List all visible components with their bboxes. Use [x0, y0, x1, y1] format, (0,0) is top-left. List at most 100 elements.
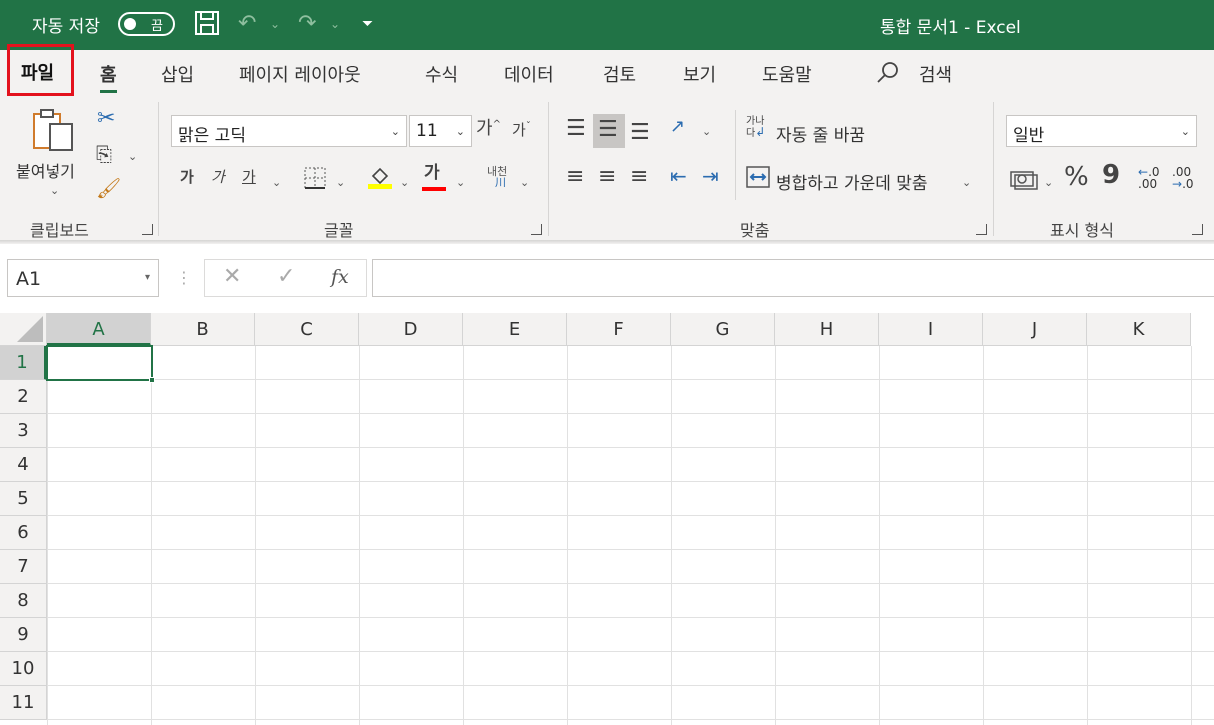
column-header[interactable]: K: [1087, 313, 1191, 346]
merge-center-icon[interactable]: [746, 166, 770, 192]
phonetic-dropdown-icon[interactable]: ⌄: [520, 176, 529, 189]
paste-icon[interactable]: [30, 108, 76, 156]
clipboard-launcher-icon[interactable]: [142, 224, 153, 235]
number-launcher-icon[interactable]: [1192, 224, 1203, 235]
tab-help[interactable]: 도움말: [762, 61, 812, 87]
font-color-dropdown-icon[interactable]: ⌄: [456, 176, 465, 189]
wrap-text-icon[interactable]: 가나 다↲: [746, 116, 765, 139]
shrink-font-icon[interactable]: 가ˇ: [512, 122, 531, 138]
undo-dropdown-icon[interactable]: ⌄: [270, 10, 280, 38]
name-box[interactable]: A1 ▾: [7, 259, 159, 297]
cell-area[interactable]: [47, 346, 1214, 725]
row-header[interactable]: 7: [0, 550, 47, 584]
row-header[interactable]: 5: [0, 482, 47, 516]
insert-function-icon[interactable]: fx: [331, 266, 349, 288]
decrease-decimal-icon[interactable]: .00 →.0: [1172, 166, 1194, 190]
percent-style-icon[interactable]: %: [1064, 164, 1089, 190]
format-painter-icon[interactable]: 🖌: [96, 178, 121, 198]
font-launcher-icon[interactable]: [531, 224, 542, 235]
wrap-text-label[interactable]: 자동 줄 바꿈: [776, 121, 865, 146]
row-header[interactable]: 9: [0, 618, 47, 652]
cut-icon[interactable]: ✂: [97, 108, 115, 130]
italic-icon[interactable]: 가: [211, 170, 225, 185]
row-header[interactable]: 2: [0, 380, 47, 414]
column-header[interactable]: J: [983, 313, 1087, 346]
redo-dropdown-icon[interactable]: ⌄: [330, 10, 340, 38]
row-header[interactable]: 8: [0, 584, 47, 618]
decrease-indent-icon[interactable]: ⇤: [670, 166, 687, 186]
tab-page-layout[interactable]: 페이지 레이아웃: [239, 61, 361, 87]
font-size-select[interactable]: 11 ⌄: [409, 115, 472, 147]
tab-data[interactable]: 데이터: [504, 61, 554, 87]
phonetic-icon[interactable]: 내천 川: [487, 166, 507, 188]
underline-icon[interactable]: 가: [242, 170, 256, 185]
merge-dropdown-icon[interactable]: ⌄: [962, 176, 971, 189]
column-header[interactable]: B: [151, 313, 255, 346]
tab-formulas[interactable]: 수식: [425, 61, 458, 87]
row-header[interactable]: 4: [0, 448, 47, 482]
row-header[interactable]: 1: [0, 346, 47, 380]
formula-controls: ✕ ✓ fx: [204, 259, 367, 297]
accounting-dropdown-icon[interactable]: ⌄: [1044, 176, 1053, 189]
select-all-button[interactable]: [0, 313, 47, 346]
row-header[interactable]: 3: [0, 414, 47, 448]
redo-icon[interactable]: ↷: [298, 10, 316, 38]
align-center-icon[interactable]: ≡: [598, 166, 616, 188]
borders-dropdown-icon[interactable]: ⌄: [336, 176, 345, 189]
row-header[interactable]: 6: [0, 516, 47, 550]
orientation-icon[interactable]: ↗: [670, 118, 685, 136]
accounting-format-icon[interactable]: [1010, 168, 1038, 194]
customize-toolbar-icon[interactable]: ⏷: [362, 10, 373, 38]
alignment-launcher-icon[interactable]: [976, 224, 987, 235]
column-header[interactable]: H: [775, 313, 879, 346]
tab-insert[interactable]: 삽입: [161, 61, 194, 87]
merge-center-label[interactable]: 병합하고 가운데 맞춤: [776, 169, 928, 194]
align-bottom-icon[interactable]: ☰: [630, 122, 650, 144]
column-header[interactable]: C: [255, 313, 359, 346]
number-format-select[interactable]: 일반 ⌄: [1006, 115, 1197, 147]
column-header[interactable]: G: [671, 313, 775, 346]
undo-icon[interactable]: ↶: [238, 10, 256, 38]
underline-dropdown-icon[interactable]: ⌄: [272, 176, 281, 189]
align-top-icon[interactable]: ☰: [566, 118, 586, 140]
column-header[interactable]: D: [359, 313, 463, 346]
tab-view[interactable]: 보기: [683, 61, 716, 87]
borders-icon[interactable]: [303, 166, 327, 194]
align-left-icon[interactable]: ≡: [566, 166, 584, 188]
align-right-icon[interactable]: ≡: [630, 166, 648, 188]
font-color-icon[interactable]: 가: [422, 165, 446, 191]
tab-file[interactable]: 파일: [7, 44, 74, 96]
orientation-dropdown-icon[interactable]: ⌄: [702, 125, 711, 138]
copy-icon[interactable]: ⎘: [96, 144, 112, 164]
tab-home[interactable]: 홈: [100, 61, 117, 93]
enter-icon[interactable]: ✓: [277, 264, 295, 289]
formula-bar-grip-icon[interactable]: ⋮: [176, 268, 192, 287]
paste-label[interactable]: 붙여넣기: [16, 158, 75, 182]
align-middle-icon[interactable]: ☰: [593, 114, 625, 148]
row-header[interactable]: 11: [0, 686, 47, 720]
paste-dropdown-icon[interactable]: ⌄: [50, 184, 59, 197]
increase-indent-icon[interactable]: ⇥: [702, 166, 719, 186]
row-header[interactable]: 10: [0, 652, 47, 686]
fill-color-icon[interactable]: [367, 164, 393, 194]
copy-dropdown-icon[interactable]: ⌄: [128, 150, 137, 163]
column-header[interactable]: E: [463, 313, 567, 346]
cancel-icon[interactable]: ✕: [223, 264, 241, 289]
bold-icon[interactable]: 가: [180, 170, 194, 185]
formula-input[interactable]: [372, 259, 1214, 297]
save-icon[interactable]: [194, 10, 220, 44]
active-cell[interactable]: [46, 345, 155, 383]
search-label[interactable]: 검색: [919, 61, 952, 87]
grow-font-icon[interactable]: 가^: [476, 120, 501, 138]
font-name-select[interactable]: 맑은 고딕 ⌄: [171, 115, 407, 147]
fill-color-dropdown-icon[interactable]: ⌄: [400, 176, 409, 189]
comma-style-icon[interactable]: 9: [1102, 162, 1120, 188]
column-header[interactable]: I: [879, 313, 983, 346]
increase-decimal-icon[interactable]: ←.0.00: [1138, 166, 1160, 190]
fill-handle[interactable]: [149, 377, 155, 383]
column-header[interactable]: F: [567, 313, 671, 346]
tab-review[interactable]: 검토: [603, 61, 636, 87]
column-header[interactable]: A: [47, 313, 151, 346]
autosave-toggle[interactable]: 끔: [118, 12, 175, 36]
search-icon[interactable]: [876, 61, 900, 90]
